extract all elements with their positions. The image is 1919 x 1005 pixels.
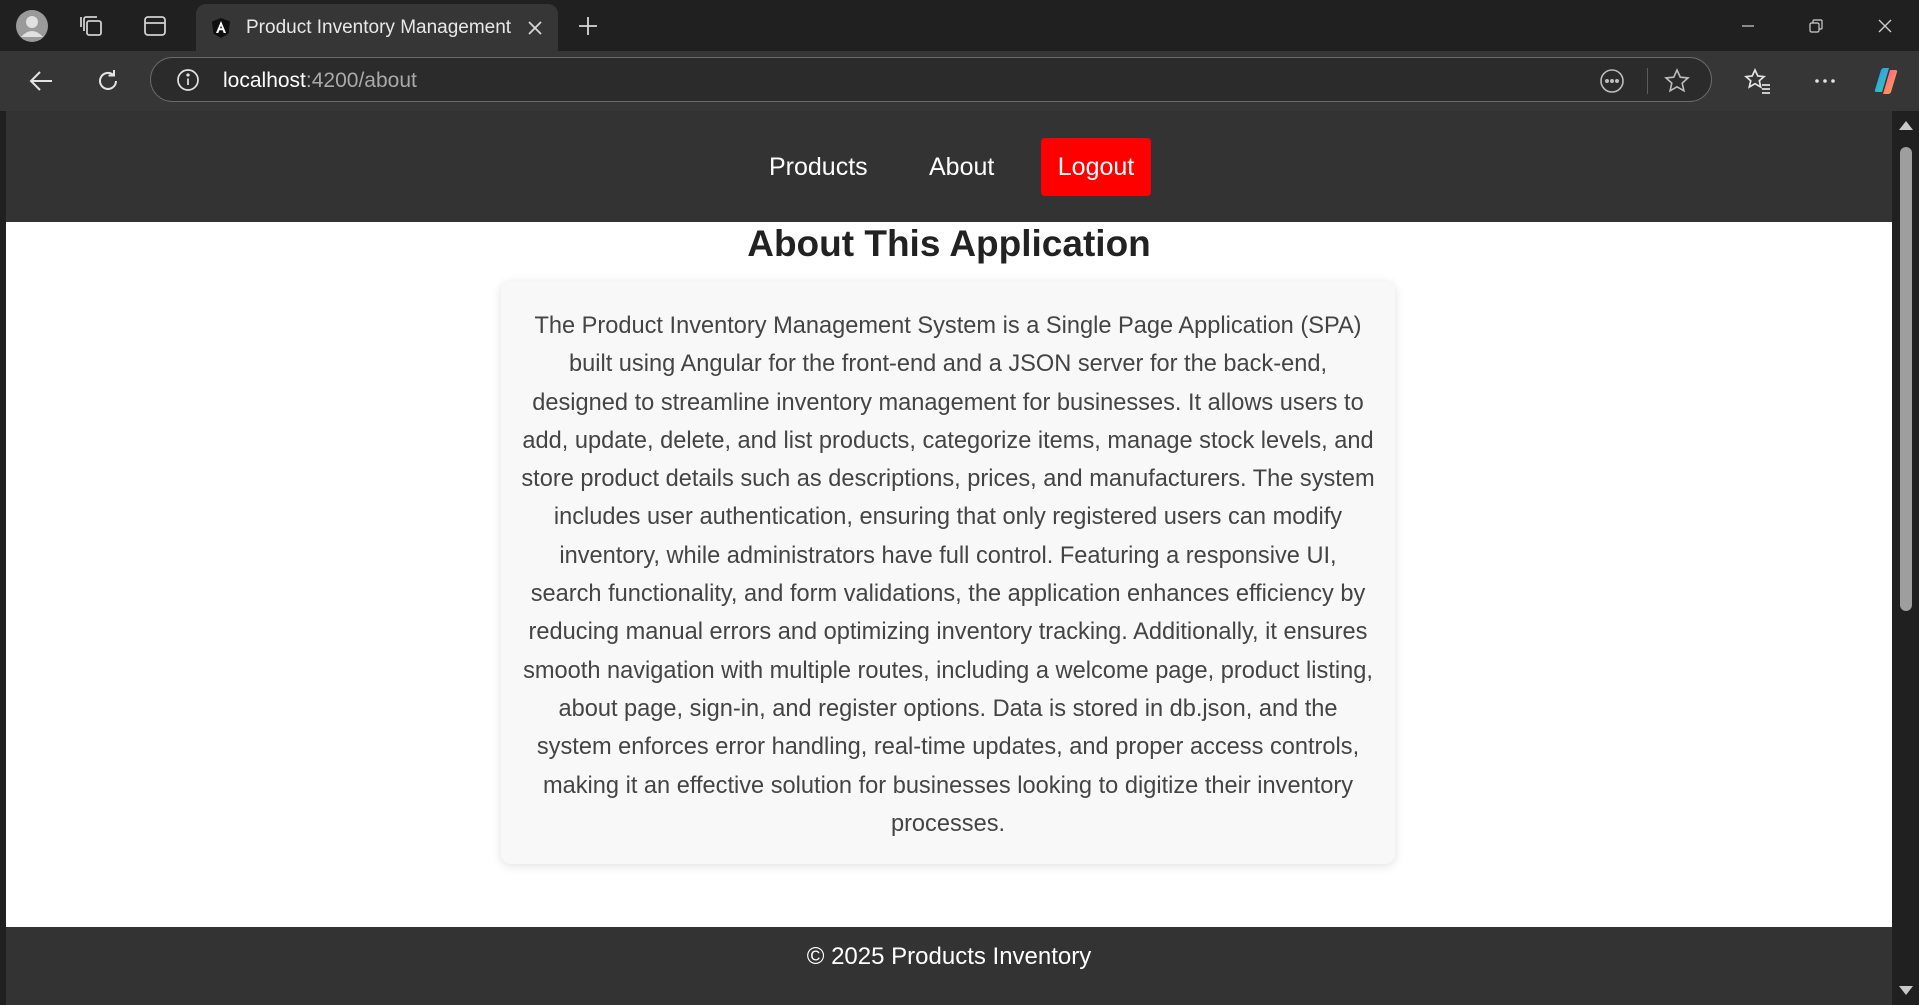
footer-copyright: © 2025 Products Inventory — [806, 943, 1092, 970]
tab-actions-icon[interactable] — [137, 8, 173, 44]
angular-icon — [210, 17, 232, 39]
address-separator — [1647, 68, 1648, 94]
close-tab-icon[interactable] — [522, 15, 548, 41]
nav-link-products[interactable]: Products — [769, 153, 868, 182]
url-text: localhost:4200/about — [223, 69, 417, 93]
profile-icon[interactable] — [14, 8, 50, 44]
app-footer: © 2025 Products Inventory — [6, 927, 1892, 1005]
reader-icon[interactable] — [1599, 68, 1625, 94]
url-host: localhost — [223, 69, 306, 92]
nav-link-about[interactable]: About — [929, 153, 994, 182]
more-icon[interactable] — [1805, 61, 1845, 101]
logout-button[interactable]: Logout — [1041, 138, 1151, 196]
favorites-icon[interactable] — [1738, 61, 1778, 101]
page-viewport: Products About Logout About This Applica… — [6, 111, 1892, 1005]
workspaces-icon[interactable] — [74, 8, 110, 44]
browser-toolbar: localhost:4200/about — [0, 51, 1919, 111]
browser-tab-bar: Product Inventory Management — [0, 0, 1919, 51]
scroll-up-arrow-icon[interactable] — [1899, 121, 1913, 130]
about-card: The Product Inventory Management System … — [501, 281, 1395, 864]
close-window-icon[interactable] — [1855, 6, 1915, 46]
url-path: :4200/about — [305, 69, 417, 92]
scroll-down-arrow-icon[interactable] — [1899, 986, 1913, 995]
active-tab[interactable]: Product Inventory Management — [196, 4, 558, 51]
restore-icon[interactable] — [1786, 6, 1846, 46]
address-bar[interactable]: localhost:4200/about — [150, 57, 1712, 102]
refresh-icon[interactable] — [88, 61, 128, 101]
back-icon[interactable] — [21, 61, 61, 101]
page-scrollbar[interactable] — [1892, 111, 1919, 1005]
site-info-icon[interactable] — [176, 68, 200, 92]
favorite-star-icon[interactable] — [1663, 67, 1691, 95]
tab-title: Product Inventory Management — [246, 17, 512, 38]
new-tab-icon[interactable] — [570, 8, 606, 44]
minimize-icon[interactable] — [1718, 6, 1778, 46]
app-navbar: Products About Logout — [6, 111, 1892, 222]
scrollbar-thumb[interactable] — [1900, 147, 1912, 611]
page-title: About This Application — [747, 223, 1151, 264]
about-description: The Product Inventory Management System … — [521, 313, 1375, 837]
copilot-icon[interactable] — [1866, 61, 1906, 101]
